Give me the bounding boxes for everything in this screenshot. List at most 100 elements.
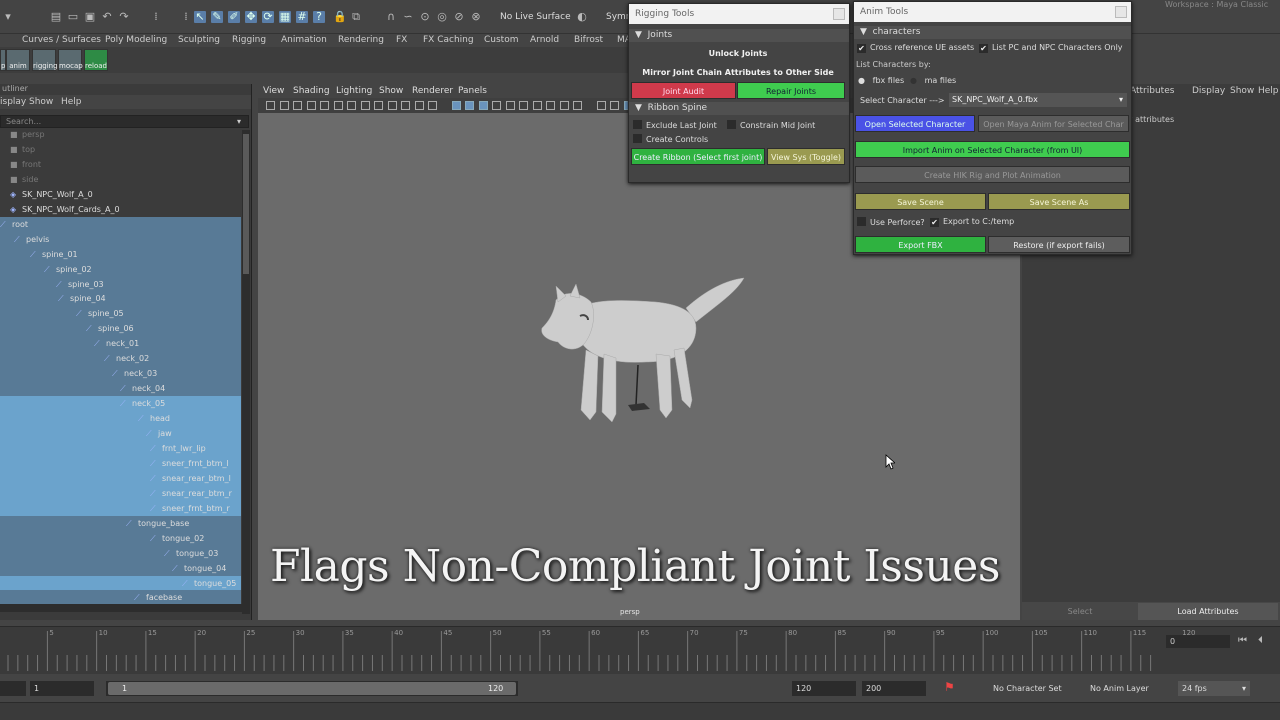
- fps-dropdown[interactable]: 24 fps ▾: [1178, 681, 1250, 696]
- viewport-tool-icon[interactable]: [505, 101, 515, 110]
- attr-menu-help[interactable]: Help: [1258, 86, 1279, 96]
- render-icon[interactable]: ◐: [576, 11, 588, 23]
- playback-start-field[interactable]: 1: [30, 681, 94, 696]
- outliner-menu-display[interactable]: isplay: [0, 97, 26, 107]
- time-slider[interactable]: 5 10 15 20 25 30 35 40 45 50 55 60 65 70 75 80 85 90 95 100…: [0, 626, 1280, 674]
- checkmark-icon[interactable]: ✔: [930, 218, 939, 227]
- outliner-row[interactable]: ⟋ spine_01: [0, 246, 241, 262]
- attr-menu-display[interactable]: Display: [1192, 86, 1225, 96]
- outliner-search-input[interactable]: Search...: [0, 115, 249, 128]
- ribbon-spine-section-header[interactable]: ▼ Ribbon Spine: [629, 102, 849, 115]
- curve-snap-icon[interactable]: ∽: [402, 11, 414, 23]
- create-hik-rig-button[interactable]: Create HIK Rig and Plot Animation: [855, 166, 1130, 183]
- make-live-icon[interactable]: ⊗: [470, 11, 482, 23]
- checkbox-box[interactable]: [633, 120, 642, 129]
- fbx-files-radio[interactable]: ● fbx files: [858, 76, 904, 85]
- viewport-menu-view[interactable]: View: [263, 86, 284, 96]
- outliner-row[interactable]: ◈ SK_NPC_Wolf_A_0: [0, 187, 241, 202]
- shelf-tab[interactable]: Bifrost: [574, 35, 603, 45]
- restore-button[interactable]: Restore (if export fails): [988, 236, 1130, 253]
- outliner-row[interactable]: ⟋ spine_02: [0, 261, 241, 277]
- ma-files-radio[interactable]: ● ma files: [910, 76, 956, 85]
- outliner-row[interactable]: ⟋ tongue_05: [0, 575, 241, 591]
- step-back-icon[interactable]: ⏴: [1258, 635, 1263, 646]
- export-ctemp-checkbox[interactable]: ✔ Export to C:/temp: [930, 217, 1014, 227]
- outliner-row[interactable]: ⟋ neck_03: [0, 366, 241, 382]
- outliner-row[interactable]: ⟋ snear_rear_btm_r: [0, 485, 241, 501]
- shelf-tab[interactable]: Poly Modeling: [105, 35, 167, 45]
- save-scene-icon[interactable]: ▣: [84, 11, 96, 23]
- outliner-row[interactable]: ⟋ tongue_03: [0, 545, 241, 561]
- scale-tool-icon[interactable]: ▦: [279, 11, 291, 23]
- viewport-menu-lighting[interactable]: Lighting: [336, 86, 372, 96]
- viewport-tool-icon[interactable]: [320, 101, 329, 110]
- radio-unselected-icon[interactable]: ●: [910, 76, 917, 85]
- characters-section-header[interactable]: ▼ characters: [854, 26, 1131, 39]
- save-scene-as-button[interactable]: Save Scene As: [988, 193, 1130, 210]
- outliner-row[interactable]: ⟋ frnt_lwr_lip: [0, 440, 241, 456]
- mirror-joint-chain-button[interactable]: Mirror Joint Chain Attributes to Other S…: [631, 64, 845, 81]
- constrain-mid-joint-checkbox[interactable]: Constrain Mid Joint: [727, 120, 815, 130]
- outliner-row[interactable]: ⟋ snear_rear_btm_l: [0, 470, 241, 486]
- close-icon[interactable]: [833, 8, 845, 20]
- viewport-tool-icon[interactable]: [610, 101, 619, 110]
- outliner-row[interactable]: ■ persp: [0, 130, 241, 142]
- outliner-menu-show[interactable]: Show: [29, 97, 53, 107]
- shelf-button-mocap[interactable]: mocap: [58, 49, 83, 71]
- rigging-tools-titlebar[interactable]: Rigging Tools: [629, 4, 849, 24]
- create-controls-checkbox[interactable]: Create Controls: [633, 134, 708, 144]
- animation-end-field[interactable]: 200: [862, 681, 926, 696]
- viewport-tool-icon[interactable]: [333, 101, 343, 110]
- joints-section-header[interactable]: ▼ Joints: [629, 29, 849, 42]
- outliner-row[interactable]: ⟋ spine_04: [0, 291, 241, 307]
- viewport-menu-panels[interactable]: Panels: [458, 86, 487, 96]
- outliner-vertical-scrollbar[interactable]: [242, 130, 250, 614]
- viewport-tool-icon[interactable]: [451, 101, 461, 110]
- viewport-tool-icon[interactable]: [306, 101, 316, 110]
- outliner-row[interactable]: ◈ SK_NPC_Wolf_Cards_A_0: [0, 202, 241, 217]
- load-attributes-button[interactable]: Load Attributes: [1138, 603, 1278, 620]
- viewport-tool-icon[interactable]: [360, 101, 370, 110]
- viewport-tool-icon[interactable]: [414, 101, 424, 110]
- close-icon[interactable]: [1115, 6, 1127, 18]
- viewport-tool-icon[interactable]: [559, 101, 569, 110]
- viewport-tool-icon[interactable]: [428, 101, 437, 110]
- history-icon[interactable]: ⧉: [350, 11, 362, 23]
- outliner-row[interactable]: ⟋ pelvis: [0, 231, 241, 247]
- magnet-snap-icon[interactable]: ∩: [385, 11, 397, 23]
- anim-layer-label[interactable]: No Anim Layer: [1090, 684, 1149, 693]
- outliner-row[interactable]: ■ side: [0, 172, 241, 187]
- shelf-tab[interactable]: Animation: [281, 35, 327, 45]
- checkbox-box[interactable]: [857, 217, 866, 226]
- shelf-tab[interactable]: Rendering: [338, 35, 384, 45]
- range-slider[interactable]: 1 120: [106, 681, 518, 696]
- lock-icon[interactable]: 🔒: [333, 11, 347, 23]
- redo-icon[interactable]: ↷: [118, 11, 130, 23]
- outliner-row[interactable]: ⟋ spine_03: [0, 276, 241, 292]
- outliner-row[interactable]: ⟋ root: [0, 216, 241, 232]
- outliner-row[interactable]: ■ front: [0, 157, 241, 172]
- shelf-button-reload[interactable]: reload: [84, 49, 108, 71]
- open-maya-anim-button[interactable]: Open Maya Anim for Selected Char: [978, 115, 1129, 132]
- scrollbar-thumb[interactable]: [243, 134, 249, 274]
- surface-snap-icon[interactable]: ⊘: [453, 11, 465, 23]
- character-set-label[interactable]: No Character Set: [993, 684, 1062, 693]
- new-scene-icon[interactable]: ▤: [50, 11, 62, 23]
- rotate-tool-icon[interactable]: ⟳: [262, 11, 274, 23]
- outliner-row[interactable]: ⟋ neck_01: [0, 336, 241, 352]
- outliner-row[interactable]: ⟋ tongue_base: [0, 515, 241, 531]
- outliner-row[interactable]: ⟋ head: [0, 411, 241, 427]
- point-snap-icon[interactable]: ⊙: [419, 11, 431, 23]
- dropdown-icon[interactable]: ▾: [2, 11, 14, 23]
- shelf-tab[interactable]: Custom: [484, 35, 518, 45]
- shelf-tab[interactable]: Arnold: [530, 35, 559, 45]
- checkmark-icon[interactable]: ✔: [979, 44, 988, 53]
- paint-select-icon[interactable]: ✐: [228, 11, 240, 23]
- repair-joints-button[interactable]: Repair Joints: [737, 82, 845, 99]
- save-scene-button[interactable]: Save Scene: [855, 193, 986, 210]
- playback-end-field[interactable]: 120: [792, 681, 856, 696]
- snap-grid-icon[interactable]: #: [296, 11, 308, 23]
- current-frame-field[interactable]: 0: [1166, 635, 1230, 648]
- shelf-tab[interactable]: FX Caching: [423, 35, 474, 45]
- outliner-row[interactable]: ⟋ jaw: [0, 426, 241, 441]
